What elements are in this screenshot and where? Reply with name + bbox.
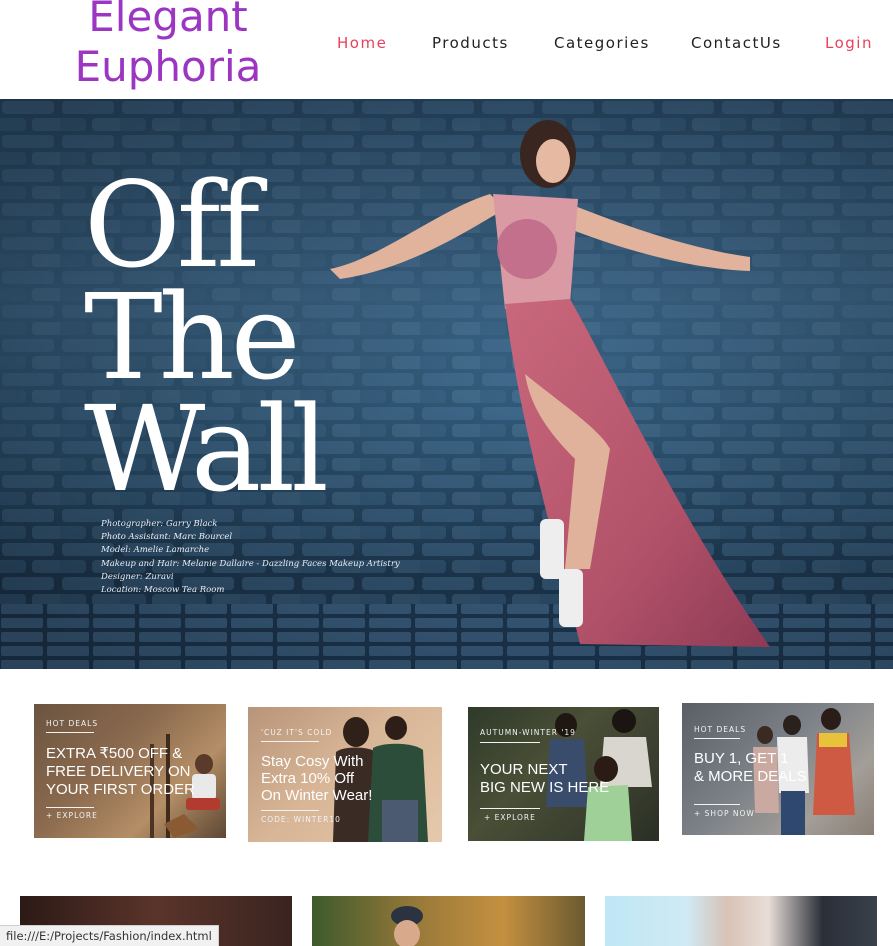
credit-line: Model: Amelie Lamarche [101,545,210,556]
promo-explore-link[interactable]: + EXPLORE [484,813,536,822]
promo-divider [694,738,740,739]
credit-line: Designer: Zuravi [101,571,174,582]
site-header: Elegant Euphoria Home Products Categorie… [0,0,893,99]
hero-title-line-2: The [84,268,301,406]
product-tile-3[interactable] [605,896,877,946]
credit-line: Photo Assistant: Marc Bourcel [101,532,233,543]
promo-card-buy-one-get-one[interactable]: HOT DEALS BUY 1, GET 1 & MORE DEALS + SH… [682,703,874,835]
promo-tag: HOT DEALS [46,719,99,728]
promo-tag: 'CUZ IT'S COLD [261,728,333,737]
photo-credits: Photographer: Garry Black Photo Assistan… [101,518,400,597]
promo-headline: BUY 1, GET 1 & MORE DEALS [694,750,807,785]
nav-login-link[interactable]: Login [825,34,873,52]
nav-contact-link[interactable]: ContactUs [691,34,782,52]
promo-divider [694,804,740,805]
promo-tag: HOT DEALS [694,725,747,734]
hero-title-line-3: Wall [84,380,329,518]
promo-divider [480,808,540,809]
promo-divider [261,810,319,811]
promo-headline: Stay Cosy With Extra 10% Off On Winter W… [261,753,373,804]
nav-categories-link[interactable]: Categories [554,34,650,52]
promo-code: CODE: WINTER10 [261,815,341,824]
promo-shop-now-link[interactable]: + SHOP NOW [694,809,755,818]
browser-status-bar: file:///E:/Projects/Fashion/index.html [0,925,219,946]
product-tile-photo [391,906,423,946]
hero-banner: Off The Wall Photographer: Garry Black P… [0,99,893,669]
product-tile-2[interactable] [312,896,585,946]
hero-title: Off The Wall [84,156,329,518]
nav-home-link[interactable]: Home [337,34,387,52]
promo-card-winter-wear[interactable]: 'CUZ IT'S COLD Stay Cosy With Extra 10% … [248,707,442,842]
promo-tag: AUTUMN-WINTER '19 [480,728,576,737]
promo-divider [480,742,540,743]
hero-title-line-1: Off [84,156,260,294]
credit-line: Makeup and Hair: Melanie Dallaire - Dazz… [101,558,400,569]
promo-divider [46,807,94,808]
credit-line: Photographer: Garry Black [101,519,218,529]
nav-products-link[interactable]: Products [432,34,509,52]
promo-headline: EXTRA ₹500 OFF & FREE DELIVERY ON YOUR F… [46,745,195,798]
credit-line: Location: Moscow Tea Room [101,585,225,596]
main-nav: Home Products Categories ContactUs Login [0,34,893,54]
promo-card-first-order[interactable]: HOT DEALS EXTRA ₹500 OFF & FREE DELIVERY… [34,704,226,838]
promo-explore-link[interactable]: + EXPLORE [46,811,98,820]
promo-divider [46,732,94,733]
promo-card-autumn-winter[interactable]: AUTUMN-WINTER '19 YOUR NEXT BIG NEW IS H… [468,707,659,841]
promo-divider [261,741,319,742]
promo-headline: YOUR NEXT BIG NEW IS HERE [480,761,610,796]
